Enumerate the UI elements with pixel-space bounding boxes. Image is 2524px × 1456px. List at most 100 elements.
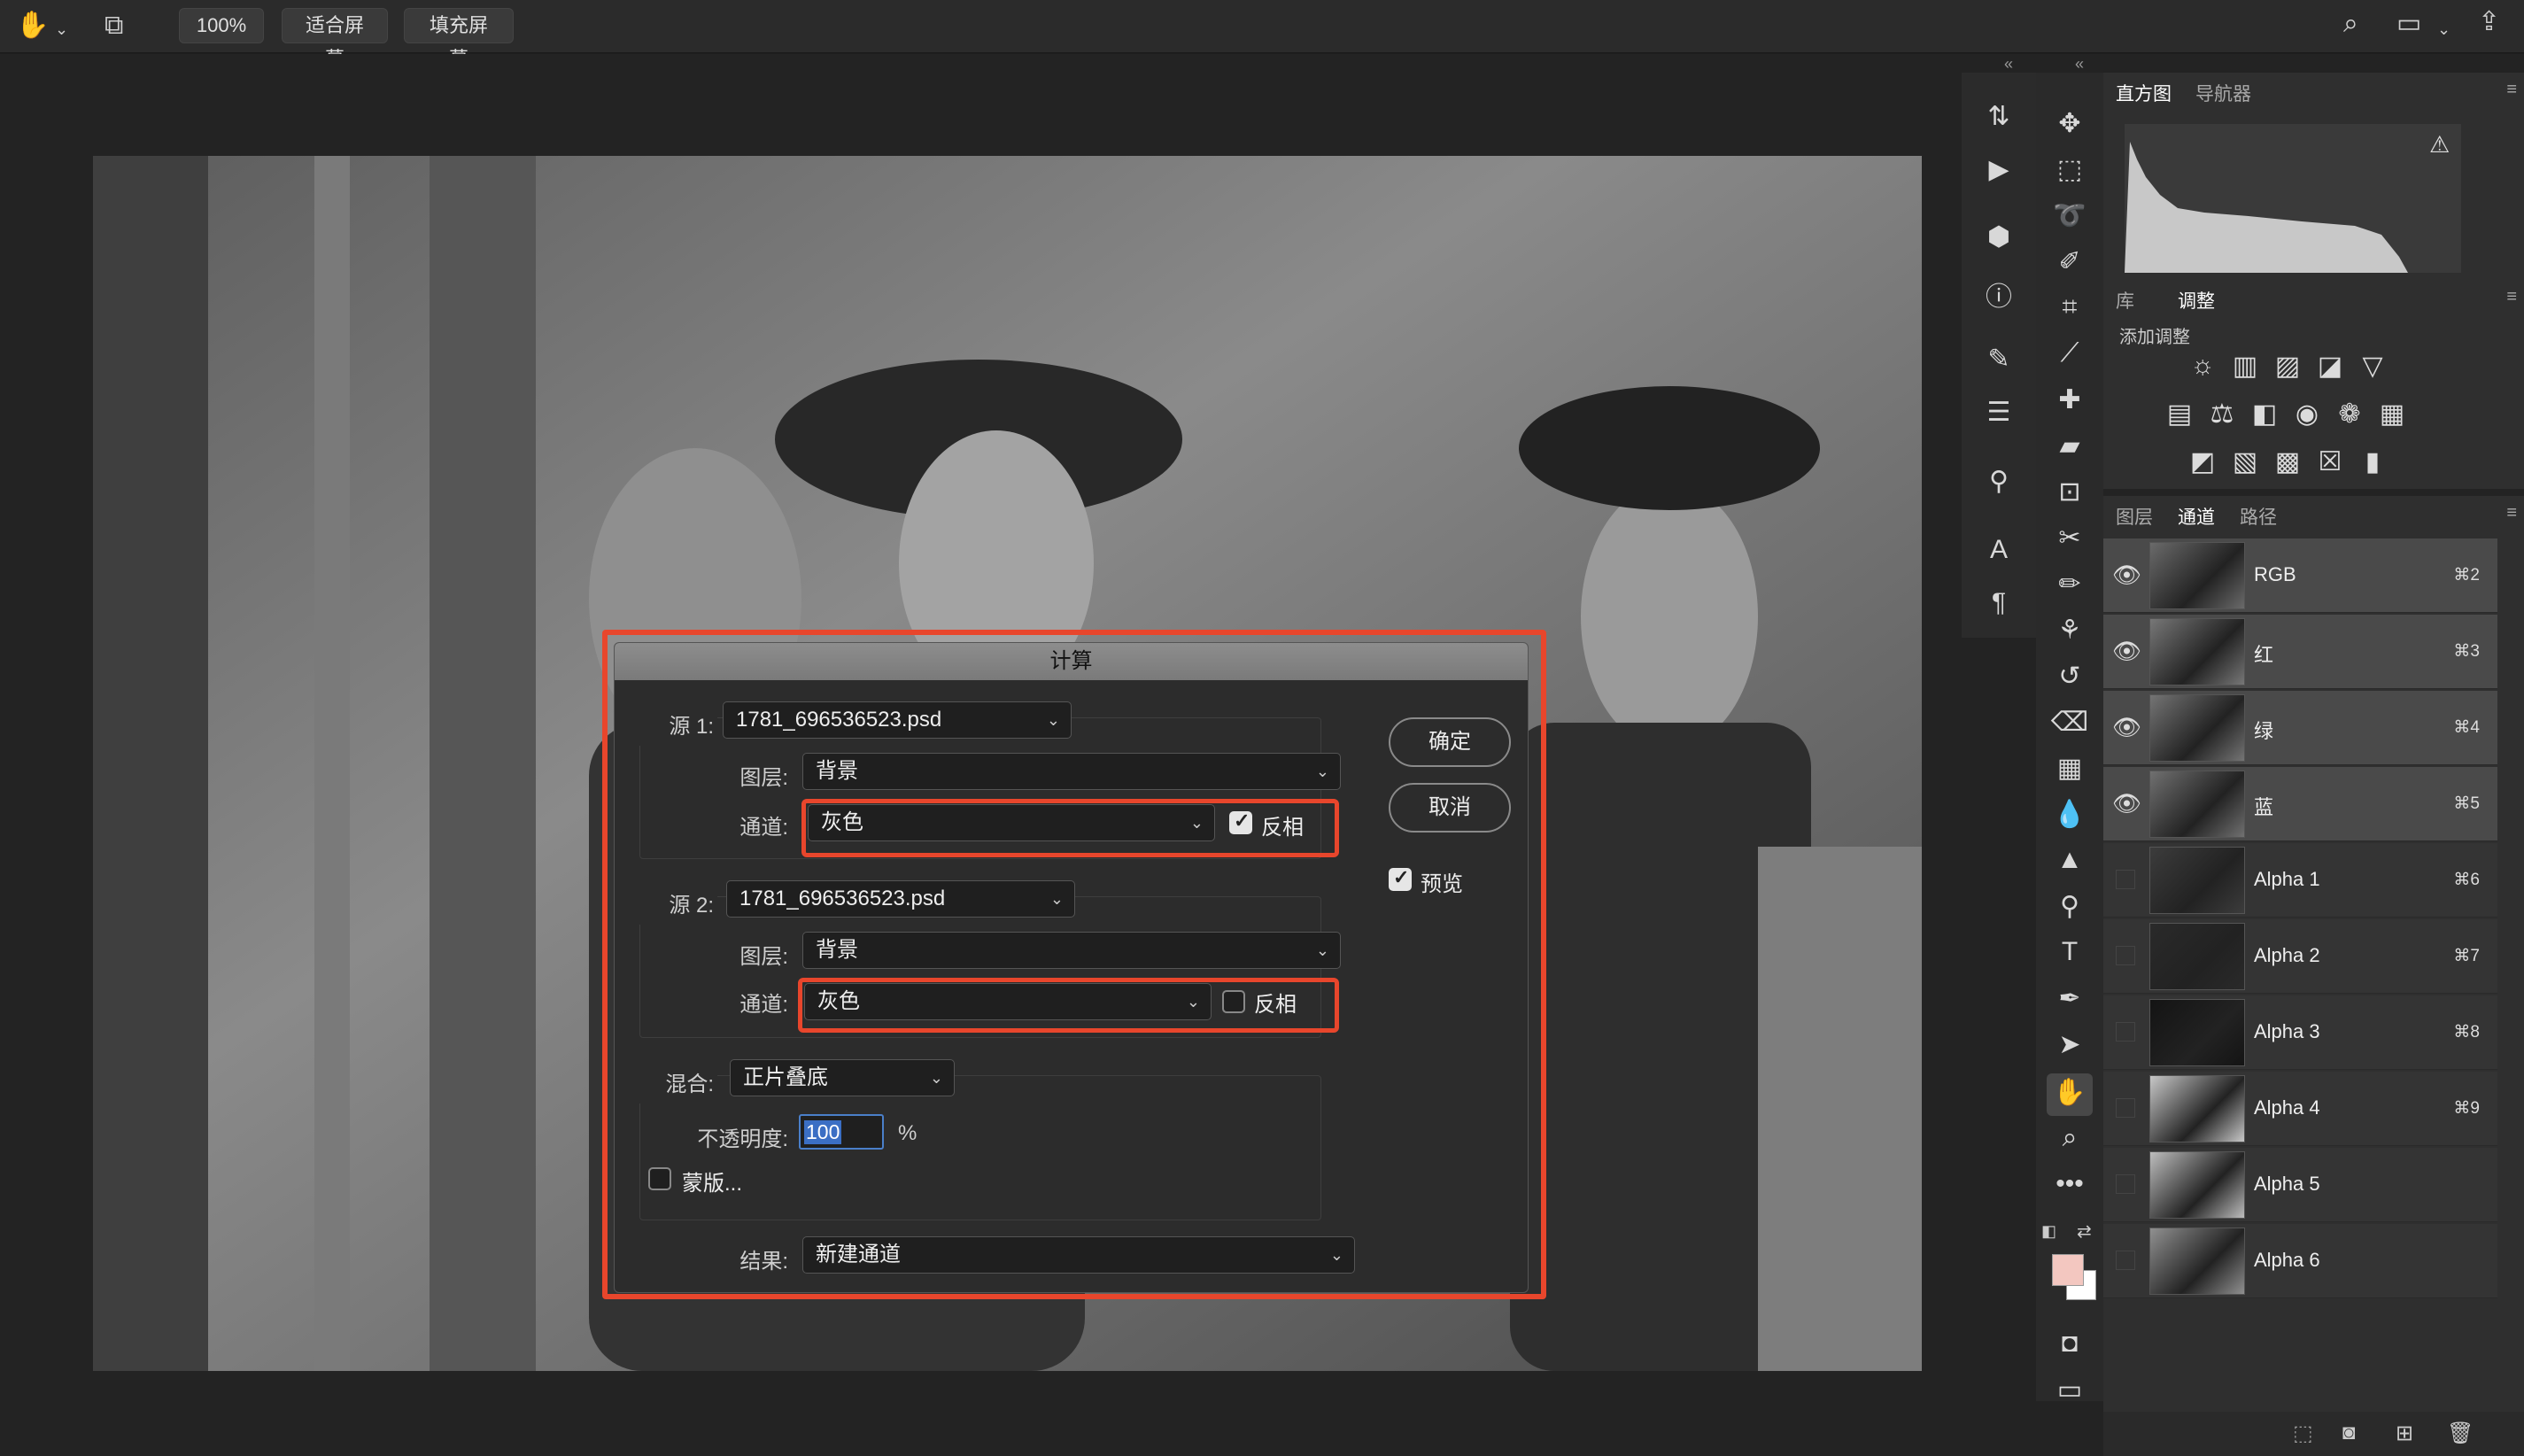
channel-row[interactable]: Alpha 2 ⌘7 [2103,919,2497,994]
gradient-tool-icon[interactable]: ▦ [2048,753,2092,784]
cancel-button[interactable]: 取消 [1389,783,1511,833]
tab-navigator[interactable]: 导航器 [2195,80,2251,106]
result-select[interactable]: 新建通道 ⌄ [802,1236,1355,1274]
visibility-toggle[interactable] [2116,870,2135,889]
zoom-tool-icon[interactable]: ⌕ [2048,1123,2092,1153]
hand-tool-icon[interactable]: ✋ [2048,1077,2092,1108]
channel-row[interactable]: Alpha 3 ⌘8 [2103,995,2497,1070]
default-colors-icon[interactable]: ◧ [2041,1222,2056,1241]
visibility-toggle[interactable] [2116,1174,2135,1194]
source1-invert-checkbox[interactable] [1229,809,1252,834]
panel-menu-icon[interactable]: ≡ [2506,80,2517,100]
channel-row[interactable]: Alpha 5 [2103,1148,2497,1222]
channel-row[interactable]: Alpha 4 ⌘9 [2103,1072,2497,1146]
history-brush-tool-icon[interactable]: ↺ [2048,661,2092,692]
collapse-icon[interactable]: « [2004,55,2013,74]
panel-menu-icon[interactable]: ≡ [2506,503,2517,523]
channel-row[interactable]: 👁 绿 ⌘4 [2103,691,2497,765]
quick-mask-icon[interactable]: ◘ [2048,1328,2092,1359]
visibility-toggle[interactable] [2116,1098,2135,1118]
red-eye-tool-icon[interactable]: ✂ [2048,523,2092,554]
hue-saturation-icon[interactable]: ▤ [2162,399,2197,430]
ok-button[interactable]: 确定 [1389,717,1511,767]
search-icon[interactable]: ⌕ [2343,11,2358,37]
tab-layers[interactable]: 图层 [2116,503,2153,530]
opacity-input[interactable]: 100 [799,1114,884,1150]
brightness-icon[interactable]: ☼ [2185,351,2220,381]
channel-row[interactable]: Alpha 6 [2103,1224,2497,1298]
eye-icon[interactable]: 👁 [2112,561,2141,589]
visibility-toggle[interactable] [2116,1251,2135,1270]
source2-channel-select[interactable]: 灰色 ⌄ [804,983,1212,1020]
3d-icon[interactable]: ⬢ [1977,221,2021,252]
color-lookup-icon[interactable]: ▦ [2374,399,2410,430]
selective-color-icon[interactable]: ☒ [2312,446,2348,477]
fill-screen-button[interactable]: 填充屏幕 [404,8,514,70]
color-balance-icon[interactable]: ⚖ [2204,399,2240,430]
invert-icon[interactable]: ◩ [2185,446,2220,477]
lasso-tool-icon[interactable]: ➰ [2048,200,2092,231]
curves-icon[interactable]: ▨ [2270,351,2305,382]
arrange-documents-icon[interactable]: ⧉ [105,12,123,39]
source2-invert-checkbox[interactable] [1222,990,1245,1013]
vibrance-icon[interactable]: ▽ [2355,351,2390,382]
quick-select-tool-icon[interactable]: ✐ [2048,246,2092,277]
exposure-icon[interactable]: ◪ [2312,351,2348,382]
tab-library[interactable]: 库 [2116,287,2134,314]
source2-layer-select[interactable]: 背景 ⌄ [802,932,1341,969]
channel-row[interactable]: Alpha 1 ⌘6 [2103,843,2497,918]
workspace-icon[interactable]: ▭ [2396,11,2421,37]
move-tool-icon[interactable]: ✥ [2048,108,2092,139]
patch-tool-icon[interactable]: ▰ [2048,430,2092,461]
threshold-icon[interactable]: ▩ [2270,446,2305,477]
levels-icon[interactable]: ▥ [2227,351,2263,382]
type-tool-icon[interactable]: T [2048,937,2092,967]
foreground-color-swatch[interactable] [2052,1254,2084,1286]
clone-source-icon[interactable]: ⚲ [1977,466,2021,497]
content-aware-move-icon[interactable]: ⊡ [2048,476,2092,507]
channel-row[interactable]: 👁 RGB ⌘2 [2103,538,2497,613]
properties-icon[interactable]: ☰ [1977,397,2021,428]
fit-screen-button[interactable]: 适合屏幕 [282,8,388,70]
channel-mixer-icon[interactable]: ❁ [2332,399,2367,430]
visibility-toggle[interactable] [2116,1022,2135,1042]
clone-stamp-tool-icon[interactable]: ⚘ [2048,615,2092,646]
channel-row[interactable]: 👁 蓝 ⌘5 [2103,767,2497,841]
blend-mode-select[interactable]: 正片叠底 ⌄ [730,1059,955,1096]
chevron-down-icon[interactable]: ⌄ [55,16,68,43]
actions-play-icon[interactable]: ▶ [1977,154,2021,185]
delete-channel-icon[interactable]: 🗑 [2447,1421,2474,1446]
panel-menu-icon[interactable]: ≡ [2506,287,2517,307]
new-channel-icon[interactable]: ⊞ [2396,1421,2413,1446]
eye-icon[interactable]: 👁 [2112,790,2141,817]
mask-checkbox[interactable] [648,1167,671,1190]
screen-mode-icon[interactable]: ▭ [2048,1375,2092,1406]
warning-icon[interactable]: ⚠ [2429,131,2450,159]
chevron-down-icon[interactable]: ⌄ [2437,16,2450,43]
crop-tool-icon[interactable]: ⌗ [2048,292,2092,322]
marquee-tool-icon[interactable]: ⬚ [2048,154,2092,185]
source1-layer-select[interactable]: 背景 ⌄ [802,753,1341,790]
mask-label[interactable]: 蒙版... [682,1166,742,1197]
history-icon[interactable]: ⇅ [1977,101,2021,132]
channel-row[interactable]: 👁 红 ⌘3 [2103,615,2497,689]
hand-tool-icon[interactable]: ✋ [16,12,49,39]
blur-tool-icon[interactable]: 💧 [2048,799,2092,830]
tab-channels[interactable]: 通道 [2178,503,2215,530]
visibility-toggle[interactable] [2116,946,2135,965]
black-white-icon[interactable]: ◧ [2247,399,2282,430]
tab-paths[interactable]: 路径 [2240,503,2277,530]
tab-adjustments[interactable]: 调整 [2178,287,2215,314]
brush-settings-icon[interactable]: ✎ [1977,344,2021,375]
source1-channel-select[interactable]: 灰色 ⌄ [808,804,1215,841]
brush-tool-icon[interactable]: ✏ [2048,569,2092,600]
more-tools-icon[interactable]: ••• [2048,1169,2092,1199]
collapse-icon[interactable]: « [2075,55,2084,74]
gradient-map-icon[interactable]: ▮ [2355,446,2390,477]
sharpen-tool-icon[interactable]: ▲ [2048,845,2092,875]
path-select-tool-icon[interactable]: ➤ [2048,1029,2092,1060]
eye-icon[interactable]: 👁 [2112,714,2141,741]
source2-file-select[interactable]: 1781_696536523.psd ⌄ [726,880,1075,918]
share-icon[interactable]: ⇪ [2478,9,2500,35]
source1-file-select[interactable]: 1781_696536523.psd ⌄ [723,701,1072,739]
